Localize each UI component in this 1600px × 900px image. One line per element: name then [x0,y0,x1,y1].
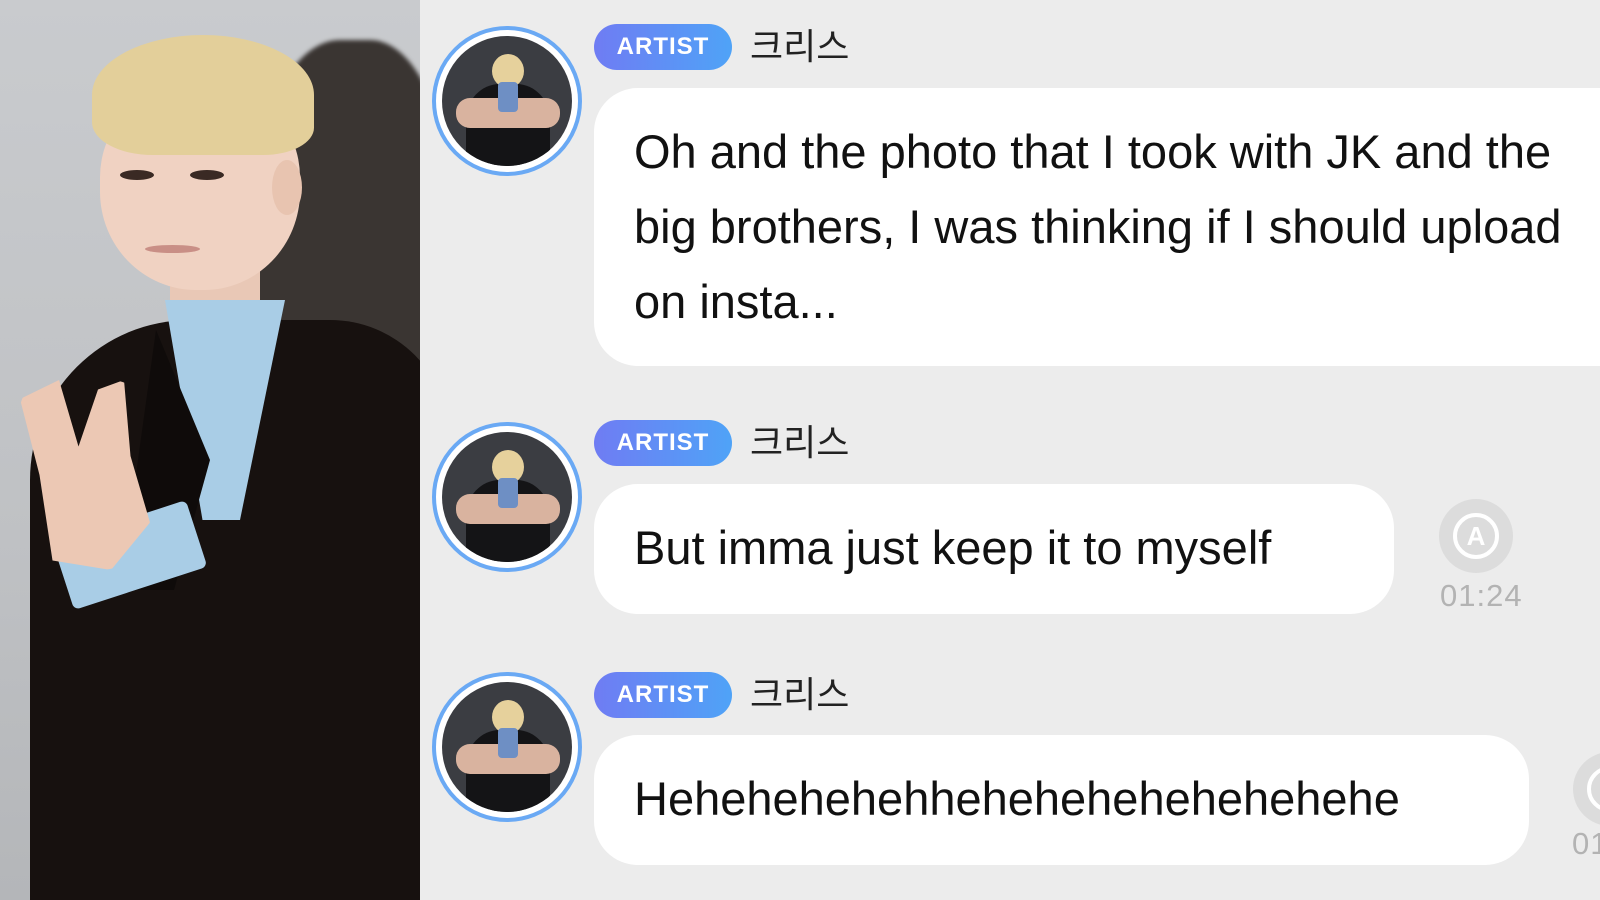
sender-name: 크리스 [750,674,850,715]
message-time: 01:24 [1440,578,1523,613]
photo-eye-right [190,170,224,180]
photo-ear [272,160,302,215]
chat-panel[interactable]: ARTIST 크리스 Oh and the photo that I took … [420,0,1600,900]
translate-icon: A [1587,766,1600,812]
artist-badge: ARTIST [594,672,732,718]
message-time: 01 [1572,826,1600,861]
translate-button[interactable]: A [1573,752,1600,826]
message-bubble[interactable]: Oh and the photo that I took with JK and… [594,88,1600,366]
avatar-image [442,36,572,166]
photo-eye-left [120,170,154,180]
sender-avatar[interactable] [432,26,582,176]
sender-name: 크리스 [750,422,850,463]
photo-mouth [145,245,200,253]
translate-button[interactable]: A [1439,499,1513,573]
sender-avatar[interactable] [432,672,582,822]
avatar-image [442,432,572,562]
avatar-image [442,682,572,812]
sender-name: 크리스 [750,26,850,67]
translate-icon: A [1453,513,1499,559]
artist-badge: ARTIST [594,420,732,466]
photo-hair [92,35,314,155]
message-bubble[interactable]: Hehehehehehhehehehehehehehehe [594,735,1529,865]
message-bubble[interactable]: But imma just keep it to myself [594,484,1394,614]
artist-badge: ARTIST [594,24,732,70]
sender-avatar[interactable] [432,422,582,572]
profile-photo [0,0,427,900]
